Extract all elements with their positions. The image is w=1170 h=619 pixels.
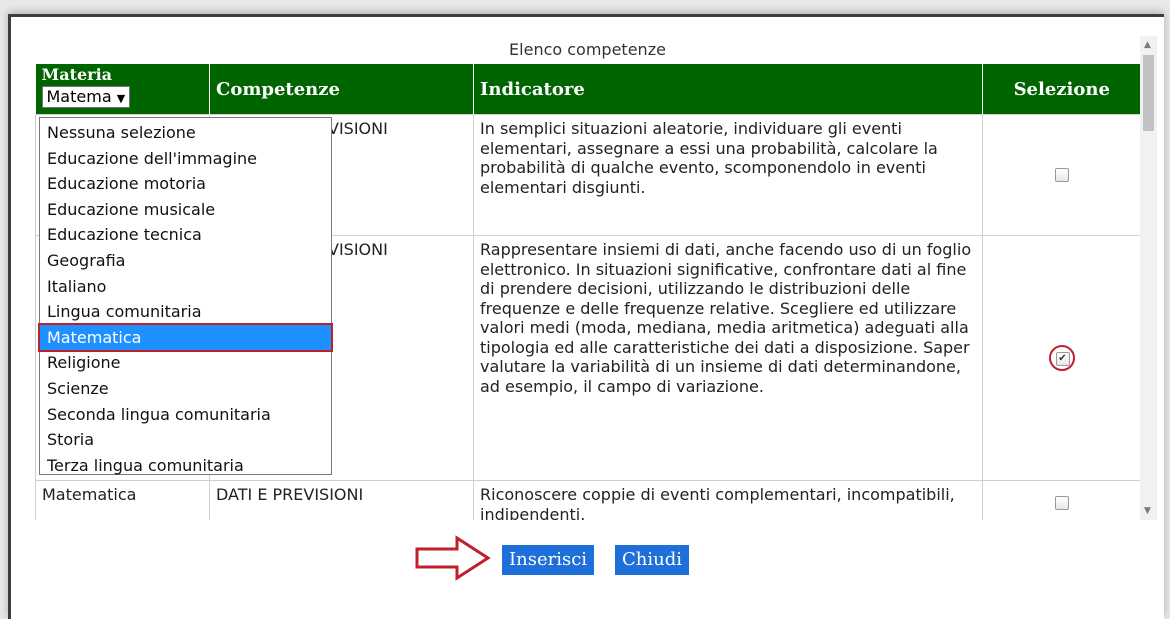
arrow-right-icon	[415, 535, 491, 581]
scrollbar-thumb[interactable]	[1143, 55, 1154, 131]
insert-button[interactable]: Inserisci	[502, 545, 595, 575]
dropdown-option[interactable]: Educazione musicale	[40, 197, 331, 223]
row-checkbox[interactable]	[1054, 168, 1069, 183]
cell-selezione: ✔	[982, 235, 1140, 481]
header-materia-label: Materia	[41, 65, 113, 84]
close-button[interactable]: Chiudi	[615, 545, 689, 575]
table-row: Matematica DATI E PREVISIONI Riconoscere…	[35, 480, 1140, 520]
cell-indicatore: In semplici situazioni aleatorie, indivi…	[473, 114, 983, 236]
cell-indicatore: Riconoscere coppie di eventi complementa…	[473, 480, 983, 520]
dropdown-option[interactable]: Religione	[40, 350, 331, 376]
header-selezione: Selezione	[982, 64, 1140, 115]
cell-selezione	[982, 114, 1140, 236]
row-checkbox[interactable]	[1054, 495, 1069, 510]
cell-competenza: DATI E PREVISIONI	[209, 480, 474, 520]
dropdown-option[interactable]: Scienze	[40, 376, 331, 402]
dropdown-option[interactable]: Terza lingua comunitaria	[40, 453, 331, 479]
dropdown-option[interactable]: Educazione tecnica	[40, 222, 331, 248]
dropdown-option[interactable]: Educazione dell'immagine	[40, 146, 331, 172]
materia-dropdown-list[interactable]: Nessuna selezione Educazione dell'immagi…	[38, 117, 333, 475]
dropdown-option[interactable]: Geografia	[40, 248, 331, 274]
cell-selezione	[982, 480, 1140, 520]
materia-select-value: Matema	[46, 87, 112, 106]
dialog-caption: Elenco competenze	[509, 40, 666, 59]
dropdown-option[interactable]: Italiano	[40, 274, 331, 300]
chevron-down-icon: ▼	[116, 92, 126, 105]
table-header-row: Materia Matema ▼ Competenze Indicatore S…	[35, 64, 1140, 115]
vertical-scrollbar[interactable]: ▲ ▼	[1140, 36, 1157, 520]
dropdown-option[interactable]: Seconda lingua comunitaria	[40, 402, 331, 428]
header-competenze: Competenze	[209, 64, 474, 115]
header-indicatore: Indicatore	[473, 64, 983, 115]
dropdown-option[interactable]: Storia	[40, 427, 331, 453]
scroll-down-icon[interactable]: ▼	[1144, 506, 1151, 516]
cell-materia: Matematica	[35, 480, 210, 520]
dropdown-option[interactable]: Educazione motoria	[40, 171, 331, 197]
cell-indicatore: Rappresentare insiemi di dati, anche fac…	[473, 235, 983, 481]
annotation-circle: ✔	[1048, 344, 1075, 371]
dropdown-option[interactable]: Lingua comunitaria	[40, 299, 331, 325]
header-materia: Materia Matema ▼	[35, 64, 210, 115]
materia-filter-select[interactable]: Matema ▼	[41, 86, 131, 108]
dropdown-option-selected[interactable]: Matematica	[38, 322, 333, 353]
scroll-up-icon[interactable]: ▲	[1144, 40, 1151, 50]
competenze-dialog: Elenco competenze Materia Matema ▼ Compe…	[35, 36, 1157, 604]
table-scroll-area[interactable]: Elenco competenze Materia Matema ▼ Compe…	[35, 36, 1140, 520]
row-checkbox-checked[interactable]: ✔	[1055, 351, 1070, 366]
dropdown-option[interactable]: Nessuna selezione	[40, 120, 331, 146]
